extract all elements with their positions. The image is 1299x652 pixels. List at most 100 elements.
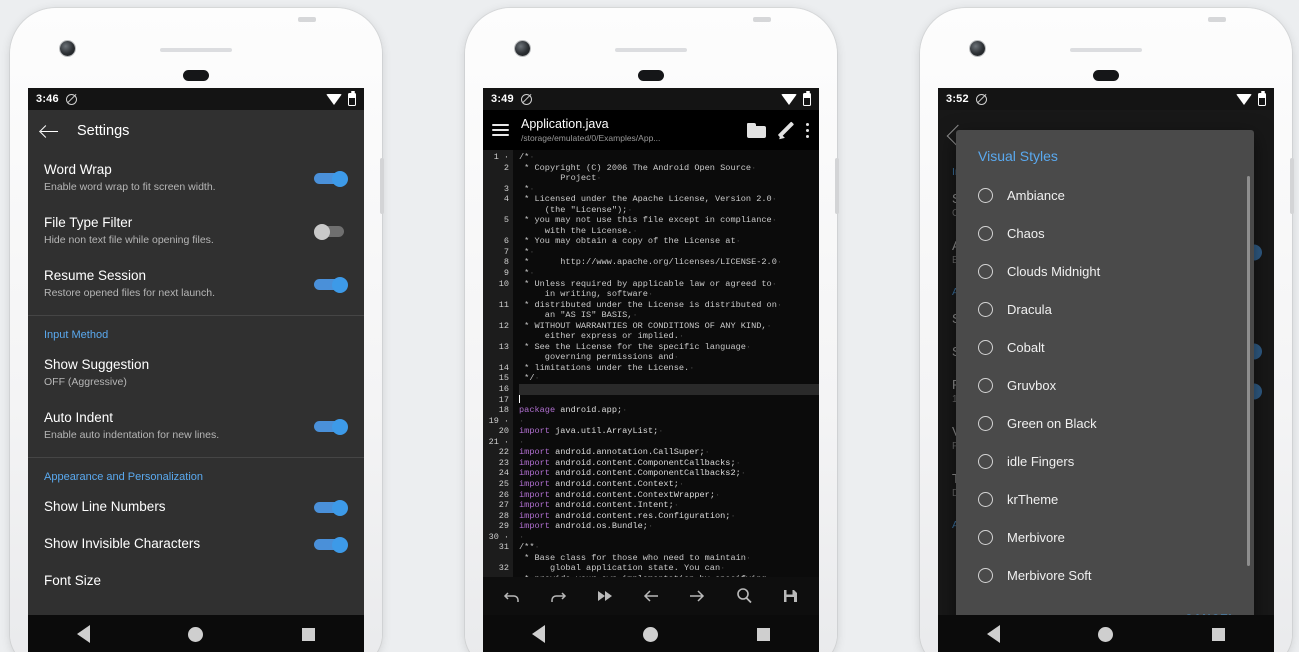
phone1-screen: 3:46 Settings Word Wrap Enable word wrap…: [28, 88, 364, 652]
code-line: *·: [519, 268, 535, 279]
battery-icon: [348, 90, 356, 106]
redo-icon[interactable]: [548, 586, 568, 606]
toggle-word-wrap[interactable]: [314, 171, 348, 187]
arrow-left-icon[interactable]: [641, 586, 661, 606]
pref-auto-indent[interactable]: Auto Indent Enable auto indentation for …: [28, 400, 364, 453]
dialog-option-idle-fingers[interactable]: idle Fingers: [956, 442, 1254, 480]
nav-recent-icon[interactable]: [756, 627, 770, 641]
dialog-option-chaos[interactable]: Chaos: [956, 214, 1254, 252]
android-nav-bar: [938, 615, 1274, 652]
nav-home-icon[interactable]: [1098, 626, 1114, 642]
pref-font-size[interactable]: Font Size: [28, 563, 364, 600]
dialog-option-gruvbox[interactable]: Gruvbox: [956, 366, 1254, 404]
dialog-option-green-on-black[interactable]: Green on Black: [956, 404, 1254, 442]
radio-button[interactable]: [978, 529, 993, 545]
pref-title: Word Wrap: [44, 162, 112, 177]
dialog-scrollbar[interactable]: [1247, 176, 1250, 566]
nav-home-icon[interactable]: [188, 626, 204, 642]
line-number: 7: [503, 246, 509, 257]
do-not-disturb-icon: [520, 93, 532, 105]
page-title: Settings: [77, 123, 130, 139]
toggle-resume-session[interactable]: [314, 277, 348, 293]
code-line: with the License.·: [519, 225, 638, 236]
nav-home-icon[interactable]: [643, 626, 659, 642]
battery-icon: [1258, 90, 1266, 106]
line-number: 17: [498, 394, 509, 405]
pref-show-suggestion[interactable]: Show Suggestion OFF (Aggressive): [28, 347, 364, 400]
line-number: 15: [498, 373, 509, 384]
code-line: import android.content.Context;·: [519, 478, 685, 489]
code-line: ·: [519, 415, 525, 426]
line-number: 20: [498, 426, 509, 437]
pref-word-wrap[interactable]: Word Wrap Enable word wrap to fit screen…: [28, 152, 364, 205]
nav-recent-icon[interactable]: [1211, 627, 1225, 641]
line-number: 4: [503, 194, 509, 205]
dialog-option-krtheme[interactable]: krTheme: [956, 480, 1254, 518]
nav-recent-icon[interactable]: [301, 627, 315, 641]
phone-side-button: [1290, 158, 1294, 214]
code-editor-area[interactable]: 1 · 2 3 4 5 6 7 8 9 10 11 12 13 14 15 16 17 18 19 · 20 21 · 2…: [483, 150, 819, 593]
line-number: [483, 173, 509, 184]
battery-icon: [803, 90, 811, 106]
toggle-show-line-numbers[interactable]: [314, 500, 348, 516]
nav-back-icon[interactable]: [987, 625, 1001, 643]
code-content[interactable]: /*· * Copyright (C) 2006 The Android Ope…: [513, 150, 819, 593]
hamburger-icon[interactable]: [492, 124, 509, 136]
search-icon[interactable]: [734, 586, 754, 606]
dialog-option-clouds-midnight[interactable]: Clouds Midnight: [956, 252, 1254, 290]
pencil-icon[interactable]: [776, 121, 795, 141]
line-number: 28: [498, 510, 509, 521]
dialog-option-dracula[interactable]: Dracula: [956, 290, 1254, 328]
dialog-option-cobalt[interactable]: Cobalt: [956, 328, 1254, 366]
wifi-icon: [1236, 93, 1252, 105]
dialog-option-merbivore[interactable]: Merbivore: [956, 518, 1254, 556]
dialog-option-label: Dracula: [1007, 301, 1052, 317]
toggle-show-invisible-characters[interactable]: [314, 537, 348, 553]
code-line: * distributed under the License is distr…: [519, 299, 783, 310]
editor-screen: Application.java /storage/emulated/0/Exa…: [483, 110, 819, 615]
nav-back-icon[interactable]: [532, 625, 546, 643]
dialog-title: Visual Styles: [978, 148, 1058, 164]
toggle-auto-indent[interactable]: [314, 419, 348, 435]
radio-button[interactable]: [978, 301, 993, 317]
line-number: 16: [498, 384, 509, 395]
code-line: import android.content.Intent;·: [519, 500, 679, 511]
radio-button[interactable]: [978, 339, 993, 355]
pref-resume-session[interactable]: Resume Session Restore opened files for …: [28, 258, 364, 311]
radio-button[interactable]: [978, 225, 993, 241]
radio-button[interactable]: [978, 567, 993, 583]
more-vertical-icon[interactable]: [805, 121, 810, 140]
dialog-screen: InSOAEASSF1VPTDA Visual Styles AmbianceC…: [938, 110, 1274, 615]
dialog-option-label: Clouds Midnight: [1007, 263, 1101, 279]
radio-button[interactable]: [978, 263, 993, 279]
nav-back-icon[interactable]: [77, 625, 91, 643]
line-number: [483, 226, 509, 237]
save-icon[interactable]: [780, 586, 800, 606]
pref-show-invisible-characters[interactable]: Show Invisible Characters: [28, 526, 364, 563]
dialog-option-merbivore-soft[interactable]: Merbivore Soft: [956, 556, 1254, 594]
line-number: 18: [498, 405, 509, 416]
radio-button[interactable]: [978, 377, 993, 393]
radio-button[interactable]: [978, 491, 993, 507]
line-number: 6: [503, 236, 509, 247]
code-line: in writing, software·: [519, 289, 654, 300]
pref-show-line-numbers[interactable]: Show Line Numbers: [28, 489, 364, 526]
arrow-right-icon[interactable]: [687, 586, 707, 606]
undo-icon[interactable]: [502, 586, 522, 606]
pref-file-type-filter[interactable]: File Type Filter Hide non text file whil…: [28, 205, 364, 258]
code-line: import android.content.res.Configuration…: [519, 510, 736, 521]
dialog-option-ambiance[interactable]: Ambiance: [956, 176, 1254, 214]
back-arrow-icon[interactable]: [40, 122, 59, 141]
toggle-file-type-filter[interactable]: [314, 224, 348, 240]
fast-forward-icon[interactable]: [595, 586, 615, 606]
radio-button[interactable]: [978, 415, 993, 431]
dialog-option-label: Ambiance: [1007, 187, 1065, 203]
line-number: 14: [498, 362, 509, 373]
dialog-option-label: idle Fingers: [1007, 453, 1075, 469]
status-bar: 3:52: [938, 88, 1274, 110]
radio-button[interactable]: [978, 453, 993, 469]
radio-button[interactable]: [978, 187, 993, 203]
folder-icon[interactable]: [747, 122, 766, 138]
code-line: package android.app;·: [519, 405, 628, 416]
sensor-pill: [1093, 70, 1119, 81]
